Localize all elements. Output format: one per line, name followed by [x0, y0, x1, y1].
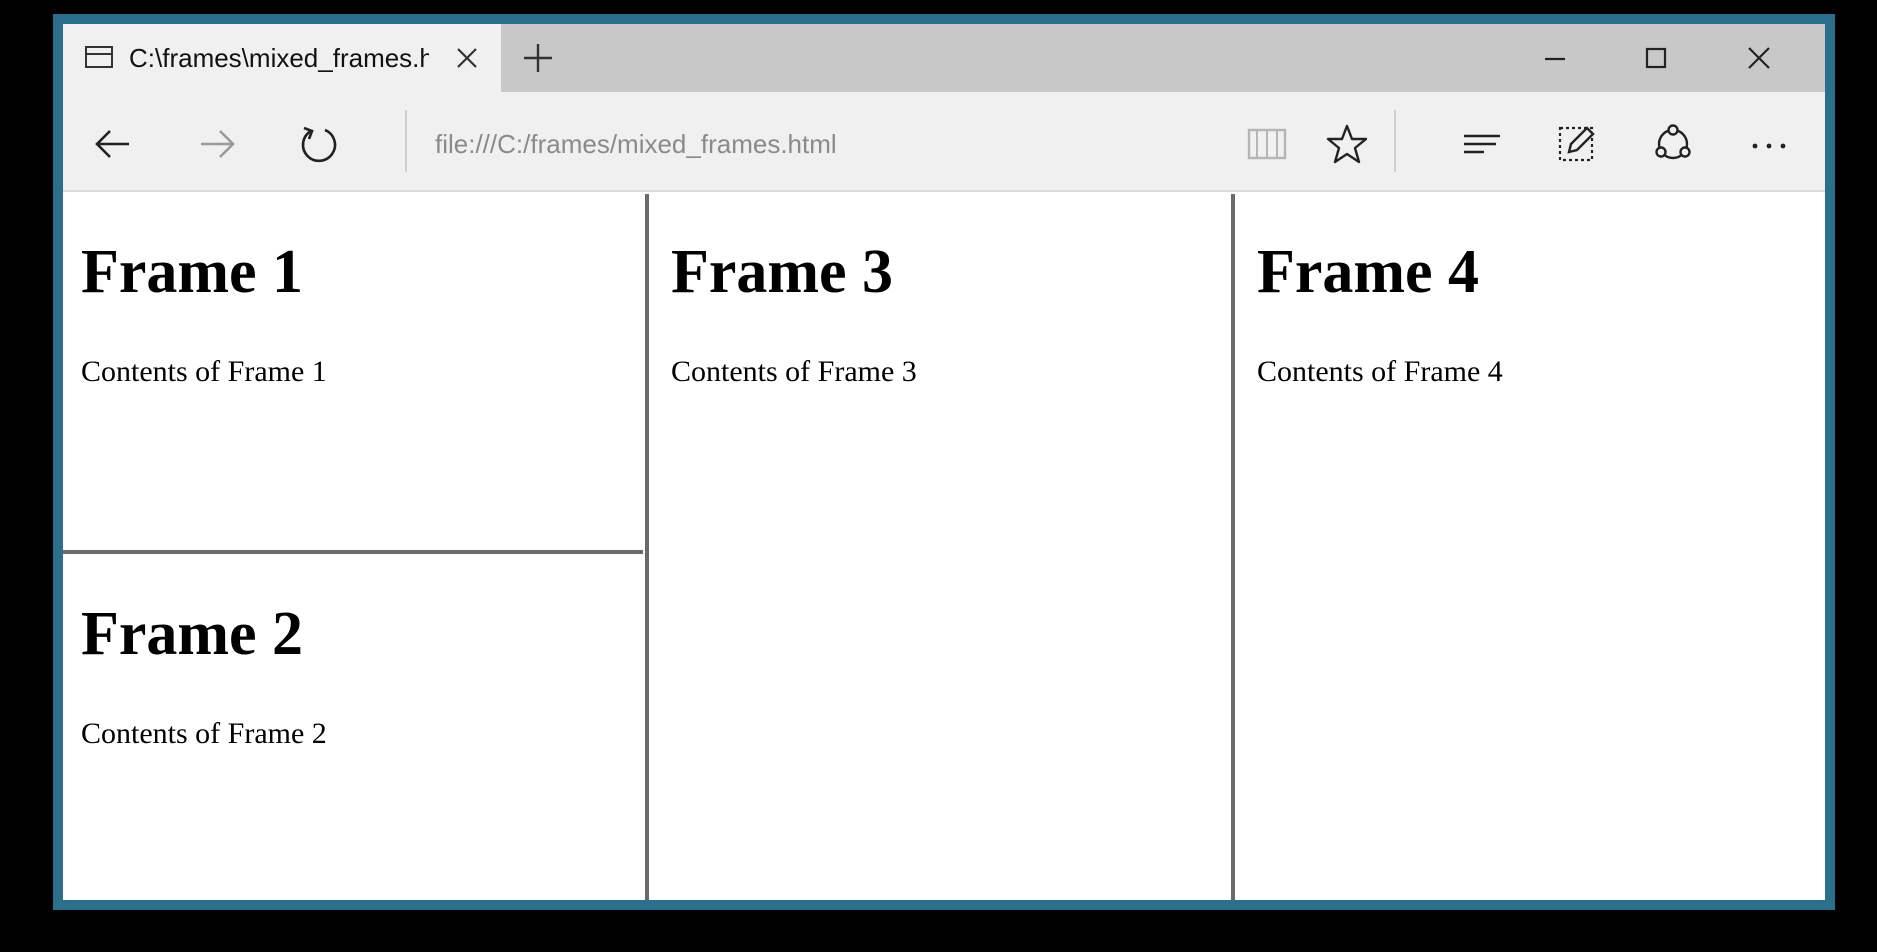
close-icon[interactable]	[1739, 38, 1779, 78]
book-icon[interactable]	[1245, 122, 1289, 166]
frame-3-heading: Frame 3	[671, 238, 894, 306]
frame-3: Frame 3 Contents of Frame 3	[651, 194, 1233, 900]
tab-active[interactable]: C:\frames\mixed_frames.html	[63, 24, 501, 92]
refresh-icon[interactable]	[297, 122, 341, 166]
frame-3-text: Contents of Frame 3	[671, 355, 917, 388]
share-icon[interactable]	[1651, 122, 1695, 166]
tab-title: C:\frames\mixed_frames.html	[129, 43, 429, 73]
navigation-bar: file:///C:/frames/mixed_frames.html	[63, 92, 1825, 192]
frame-4: Frame 4 Contents of Frame 4	[1237, 194, 1825, 900]
frame-4-text: Contents of Frame 4	[1257, 355, 1503, 388]
frame-2: Frame 2 Contents of Frame 2	[63, 556, 643, 900]
frame-4-heading: Frame 4	[1257, 238, 1480, 306]
browser-window-inner: C:\frames\mixed_frames.html	[63, 24, 1825, 900]
frame-2-heading: Frame 2	[81, 600, 304, 668]
star-icon[interactable]	[1325, 122, 1369, 166]
address-bar[interactable]: file:///C:/frames/mixed_frames.html	[435, 126, 1215, 162]
pen-note-icon[interactable]	[1555, 122, 1599, 166]
toolbar-divider	[1394, 110, 1396, 172]
close-icon[interactable]	[451, 42, 483, 74]
hub-icon[interactable]	[1460, 122, 1504, 166]
frame-divider-horizontal[interactable]	[63, 550, 643, 554]
plus-icon[interactable]	[518, 38, 558, 78]
tab-strip: C:\frames\mixed_frames.html	[63, 24, 1825, 92]
more-icon[interactable]	[1747, 122, 1791, 166]
tab-page-icon	[85, 46, 113, 68]
browser-window: C:\frames\mixed_frames.html	[53, 14, 1835, 910]
arrow-left-icon[interactable]	[91, 122, 135, 166]
frame-1-text: Contents of Frame 1	[81, 355, 327, 388]
maximize-icon[interactable]	[1636, 38, 1676, 78]
frame-1: Frame 1 Contents of Frame 1	[63, 194, 643, 552]
frame-1-heading: Frame 1	[81, 238, 304, 306]
arrow-right-icon[interactable]	[195, 122, 239, 166]
frame-2-text: Contents of Frame 2	[81, 717, 327, 750]
frame-divider-vertical[interactable]	[645, 194, 649, 900]
minimize-icon[interactable]	[1535, 38, 1575, 78]
frame-divider-vertical[interactable]	[1231, 194, 1235, 900]
toolbar-divider	[405, 110, 407, 172]
frameset-content: Frame 1 Contents of Frame 1 Frame 2 Cont…	[63, 194, 1825, 900]
